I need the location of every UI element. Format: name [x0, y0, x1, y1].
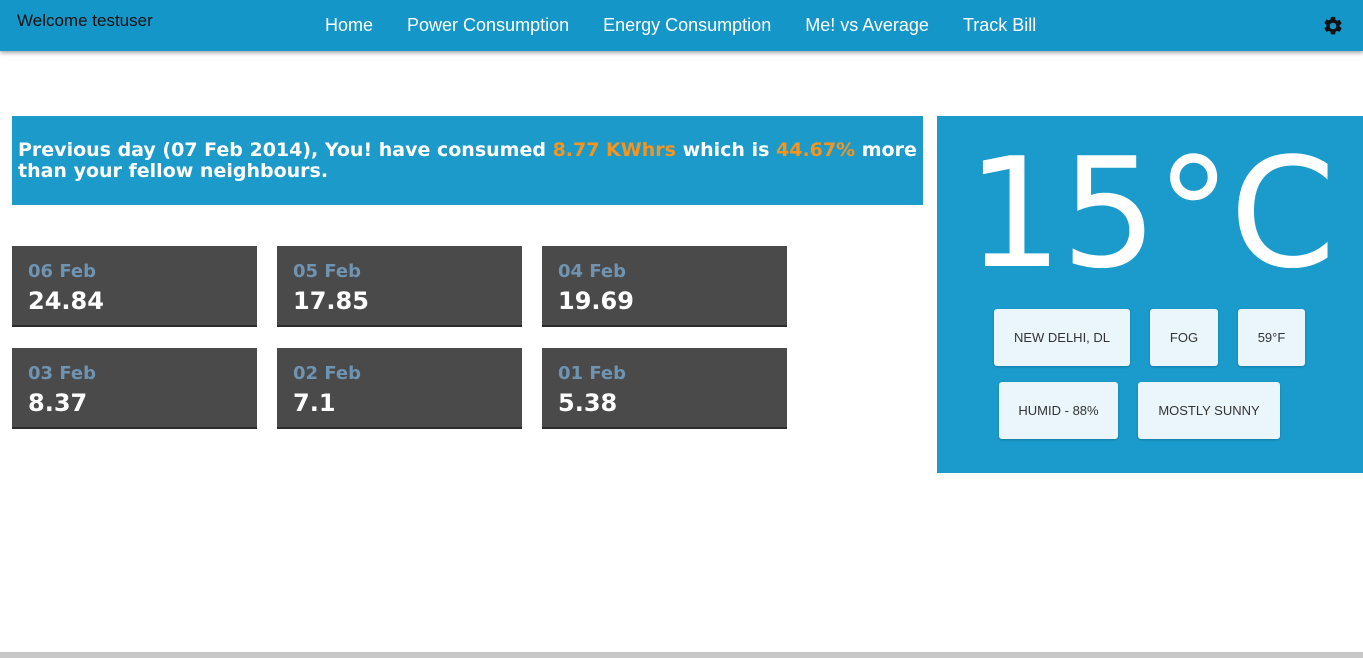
nav-energy-consumption[interactable]: Energy Consumption — [586, 15, 788, 36]
nav-links: Home Power Consumption Energy Consumptio… — [308, 0, 1053, 51]
weather-panel: 15°C NEW DELHI, DL FOG 59°F HUMID - 88% … — [937, 116, 1363, 473]
humidity-chip: HUMID - 88% — [999, 382, 1118, 439]
day-tile-value: 7.1 — [293, 389, 336, 417]
day-tile: 06 Feb 24.84 — [12, 246, 257, 327]
nav-power-consumption[interactable]: Power Consumption — [390, 15, 586, 36]
day-tile: 01 Feb 5.38 — [542, 348, 787, 429]
day-tile-date: 01 Feb — [558, 363, 626, 384]
day-tile-date: 06 Feb — [28, 261, 96, 282]
condition-chip: FOG — [1150, 309, 1218, 366]
top-navbar: Welcome testuser Home Power Consumption … — [0, 0, 1363, 51]
welcome-text: Welcome testuser — [17, 11, 153, 30]
day-tile-value: 19.69 — [558, 287, 634, 315]
banner-text-2: which is — [675, 139, 776, 161]
nav-track-bill[interactable]: Track Bill — [946, 15, 1053, 36]
day-tile-value: 24.84 — [28, 287, 104, 315]
fahrenheit-chip: 59°F — [1238, 309, 1305, 366]
day-tile-date: 04 Feb — [558, 261, 626, 282]
nav-home[interactable]: Home — [308, 15, 390, 36]
day-tile: 03 Feb 8.37 — [12, 348, 257, 429]
gear-icon[interactable] — [1322, 15, 1344, 37]
banner-consumption: 8.77 KWhrs — [552, 139, 676, 161]
location-chip: NEW DELHI, DL — [994, 309, 1130, 366]
forecast-chip: MOSTLY SUNNY — [1138, 382, 1280, 439]
day-tile-date: 05 Feb — [293, 261, 361, 282]
nav-me-vs-average[interactable]: Me! vs Average — [788, 15, 946, 36]
day-tile: 02 Feb 7.1 — [277, 348, 522, 429]
banner-text-1: Previous day (07 Feb 2014), You! have co… — [18, 139, 553, 161]
day-tile-value: 8.37 — [28, 389, 88, 417]
bottom-scrollbar[interactable] — [0, 652, 1363, 658]
day-tile-date: 03 Feb — [28, 363, 96, 384]
day-tile-value: 5.38 — [558, 389, 618, 417]
consumption-banner: Previous day (07 Feb 2014), You! have co… — [12, 116, 923, 205]
day-tile-value: 17.85 — [293, 287, 369, 315]
day-tile: 04 Feb 19.69 — [542, 246, 787, 327]
day-tile: 05 Feb 17.85 — [277, 246, 522, 327]
day-tile-date: 02 Feb — [293, 363, 361, 384]
banner-percent: 44.67% — [776, 139, 856, 161]
temperature-display: 15°C — [966, 125, 1336, 302]
